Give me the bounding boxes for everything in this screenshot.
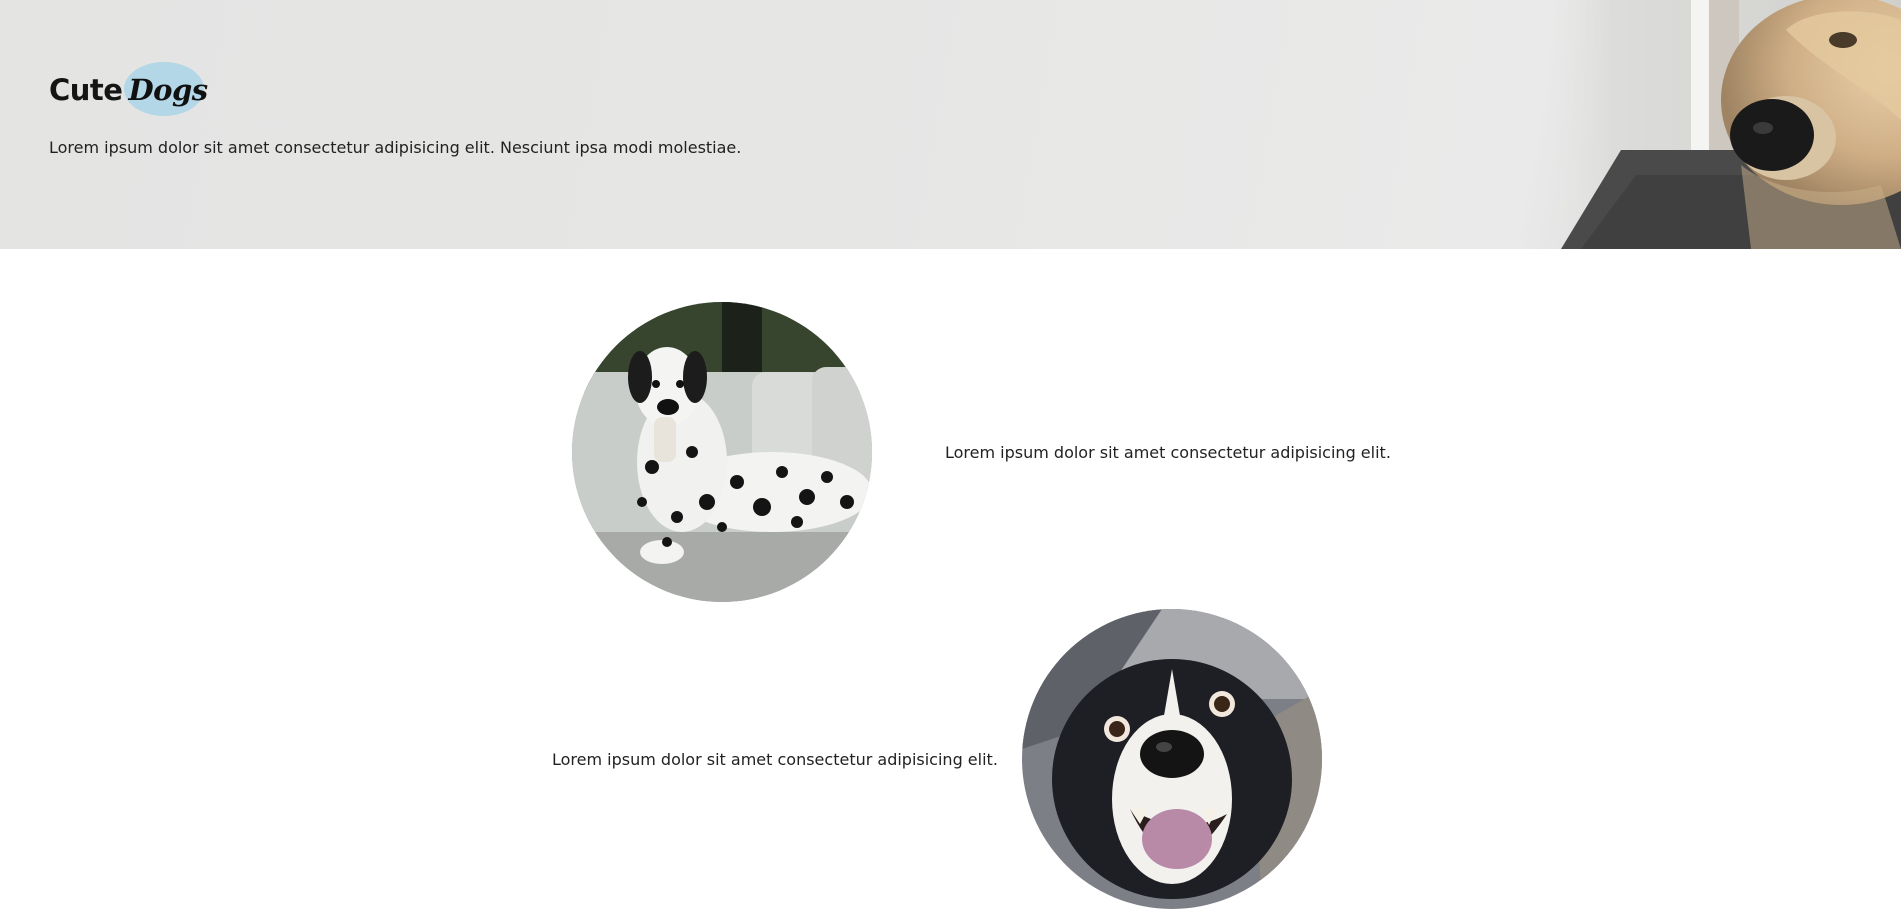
logo-dogs-badge: Dogs <box>124 61 208 116</box>
hero-banner: Cute Dogs Lorem ipsum dolor sit amet con… <box>0 0 1901 249</box>
logo-word-dogs: Dogs <box>128 72 208 107</box>
feature-text-1: Lorem ipsum dolor sit amet consectetur a… <box>945 442 1391 462</box>
feature-text-2: Lorem ipsum dolor sit amet consectetur a… <box>552 749 998 769</box>
golden-retriever-photo <box>1541 0 1901 249</box>
logo-word-cute: Cute <box>49 72 123 107</box>
feature-row-1: Lorem ipsum dolor sit amet consectetur a… <box>572 302 1391 602</box>
border-collie-photo <box>1021 609 1322 909</box>
site-logo[interactable]: Cute Dogs <box>49 61 208 117</box>
hero-tagline: Lorem ipsum dolor sit amet consectetur a… <box>49 138 742 157</box>
feature-row-2: Lorem ipsum dolor sit amet consectetur a… <box>552 609 1322 909</box>
dalmatian-photo <box>572 302 872 602</box>
